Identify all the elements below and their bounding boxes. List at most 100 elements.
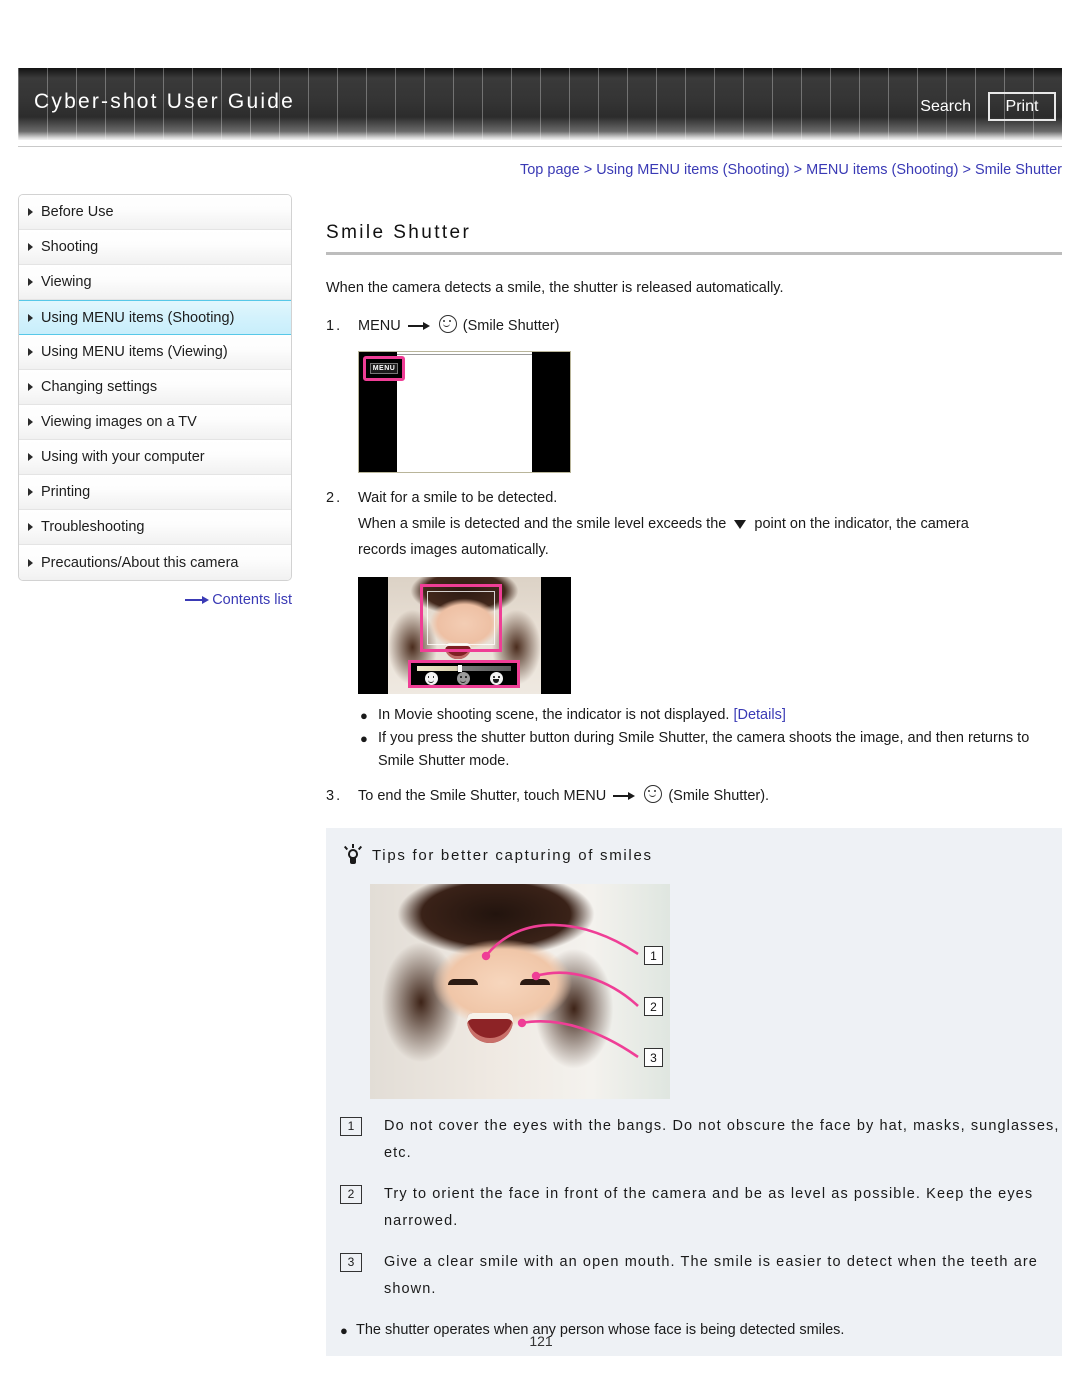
- sidebar-item-viewing[interactable]: Viewing: [19, 265, 291, 300]
- sidebar-item-label: Precautions/About this camera: [41, 554, 239, 571]
- step-2: 2. Wait for a smile to be detected. When…: [326, 485, 1062, 563]
- chevron-right-icon: [28, 313, 33, 322]
- face-frame-inner: [427, 591, 495, 645]
- step-2-line-2-part-2: point on the indicator, the camera: [754, 516, 969, 532]
- tip-badge-3: 3: [340, 1253, 362, 1272]
- note-bullet-shutter-button: ● If you press the shutter button during…: [360, 727, 1062, 773]
- step-2-line-2-part-1: When a smile is detected and the smile l…: [358, 516, 727, 532]
- header-divider: [18, 146, 1062, 147]
- smile-gauge-marker: [458, 665, 463, 672]
- title-divider: [326, 252, 1062, 255]
- tips-heading-label: Tips for better capturing of smiles: [372, 846, 653, 864]
- main-content: Smile Shutter When the camera detects a …: [326, 222, 1062, 809]
- app-title: Cyber-shot User Guide: [34, 90, 295, 113]
- step-3-suffix: (Smile Shutter).: [668, 788, 770, 804]
- tip-item-1: 1 Do not cover the eyes with the bangs. …: [340, 1113, 1062, 1167]
- step-3-number: 3.: [326, 788, 343, 804]
- sidebar-item-using-menu-items-shooting[interactable]: Using MENU items (Shooting): [19, 300, 291, 335]
- smile-gauge-faces: [415, 672, 513, 685]
- tip-badge-2: 2: [340, 1185, 362, 1204]
- breadcrumb-item-top-page[interactable]: Top page: [520, 162, 580, 178]
- smile-level-high-icon: [490, 672, 504, 685]
- breadcrumb: Top page > Using MENU items (Shooting) >…: [520, 162, 1062, 178]
- menu-button-highlight[interactable]: MENU: [363, 356, 405, 381]
- chevron-right-icon: [28, 418, 33, 426]
- step-2-line-3: records images automatically.: [358, 542, 549, 558]
- sidebar-item-troubleshooting[interactable]: Troubleshooting: [19, 510, 291, 545]
- menu-button-label: MENU: [369, 363, 399, 374]
- sidebar-item-label: Viewing images on a TV: [41, 414, 197, 430]
- screen-live-view: [397, 354, 532, 470]
- breadcrumb-separator: >: [962, 162, 971, 178]
- chevron-right-icon: [28, 383, 33, 391]
- intro-text: When the camera detects a smile, the shu…: [326, 280, 784, 296]
- bullet-icon: ●: [360, 708, 368, 723]
- arrow-right-icon: [407, 321, 430, 331]
- chevron-right-icon: [28, 243, 33, 251]
- step-2-number: 2.: [326, 490, 343, 506]
- screen-right-band: [532, 352, 570, 472]
- callout-number-2: 2: [644, 997, 663, 1016]
- step-3-prefix: To end the Smile Shutter, touch MENU: [358, 788, 607, 804]
- sidebar-item-using-with-your-computer[interactable]: Using with your computer: [19, 440, 291, 475]
- tips-illustration-photo: 1 2 3: [370, 884, 670, 1099]
- page-number: 121: [529, 1333, 553, 1349]
- chevron-right-icon: [28, 453, 33, 461]
- sidebar-item-printing[interactable]: Printing: [19, 475, 291, 510]
- chevron-right-icon: [28, 488, 33, 496]
- sidebar-item-changing-settings[interactable]: Changing settings: [19, 370, 291, 405]
- sidebar-item-before-use[interactable]: Before Use: [19, 195, 291, 230]
- tip-badge-1: 1: [340, 1117, 362, 1136]
- tips-panel: Tips for better capturing of smiles 1 2 …: [326, 828, 1062, 1356]
- step-1-prefix: MENU: [358, 318, 401, 334]
- print-button[interactable]: Print: [988, 92, 1056, 121]
- smile-level-mid-icon: [457, 672, 471, 685]
- note-bullet-movie-indicator: ● In Movie shooting scene, the indicator…: [360, 704, 1062, 727]
- breadcrumb-item-smile-shutter[interactable]: Smile Shutter: [975, 162, 1062, 178]
- step-1-suffix: (Smile Shutter): [462, 318, 560, 334]
- sidebar-item-label: Shooting: [41, 239, 99, 255]
- sidebar-nav: Before Use Shooting Viewing Using MENU i…: [18, 194, 292, 581]
- arrow-right-icon: [613, 791, 636, 801]
- breadcrumb-item-using-menu-items-shooting[interactable]: Using MENU items (Shooting): [596, 162, 789, 178]
- sidebar-item-label: Printing: [41, 484, 91, 500]
- callout-lines: [481, 923, 639, 1059]
- camera-screen-smile-detection-illustration: [358, 577, 571, 694]
- smile-level-low-icon: [424, 672, 438, 685]
- step-1: 1. MENU (Smile Shutter): [326, 313, 1062, 339]
- sidebar-item-using-menu-items-viewing[interactable]: Using MENU items (Viewing): [19, 335, 291, 370]
- search-link[interactable]: Search: [920, 98, 971, 116]
- tips-heading: Tips for better capturing of smiles: [326, 844, 1062, 866]
- bullet-icon: ●: [360, 731, 368, 746]
- smile-gauge-bar: [417, 665, 511, 672]
- chevron-right-icon: [28, 208, 33, 216]
- sidebar-item-label: Using with your computer: [41, 449, 205, 465]
- sidebar-item-label: Before Use: [41, 204, 114, 220]
- face-detection-frame: [420, 584, 502, 652]
- callout-number-1: 1: [644, 946, 663, 965]
- arrow-right-icon: [185, 596, 210, 605]
- sidebar-item-shooting[interactable]: Shooting: [19, 230, 291, 265]
- page-title: Smile Shutter: [326, 222, 472, 243]
- sidebar-item-precautions-about-this-camera[interactable]: Precautions/About this camera: [19, 545, 291, 580]
- triangle-down-icon: [734, 520, 747, 529]
- chevron-right-icon: [28, 523, 33, 531]
- sidebar-item-label: Using MENU items (Viewing): [41, 344, 228, 360]
- sidebar-item-label: Changing settings: [41, 379, 158, 395]
- step-3: 3. To end the Smile Shutter, touch MENU …: [326, 783, 1062, 809]
- tip-text-2: Try to orient the face in front of the c…: [384, 1186, 1034, 1229]
- step-2-body: Wait for a smile to be detected. When a …: [358, 485, 1062, 563]
- contents-list-link[interactable]: Contents list: [18, 592, 292, 608]
- step-2-line-1: Wait for a smile to be detected.: [358, 490, 558, 506]
- callout-number-3: 3: [644, 1048, 663, 1067]
- step-2-line-2: When a smile is detected and the smile l…: [358, 511, 1062, 537]
- app-header: Cyber-shot User Guide Search Print: [18, 68, 1062, 140]
- details-link[interactable]: [Details]: [733, 707, 785, 723]
- note-bullet-text: In Movie shooting scene, the indicator i…: [378, 704, 786, 727]
- sidebar-item-label: Viewing: [41, 274, 92, 290]
- breadcrumb-item-menu-items-shooting[interactable]: MENU items (Shooting): [806, 162, 958, 178]
- tip-item-2: 2 Try to orient the face in front of the…: [340, 1181, 1062, 1235]
- sidebar-item-viewing-images-on-a-tv[interactable]: Viewing images on a TV: [19, 405, 291, 440]
- smile-shutter-icon: [644, 785, 663, 803]
- note-bullet-text: If you press the shutter button during S…: [378, 730, 1030, 769]
